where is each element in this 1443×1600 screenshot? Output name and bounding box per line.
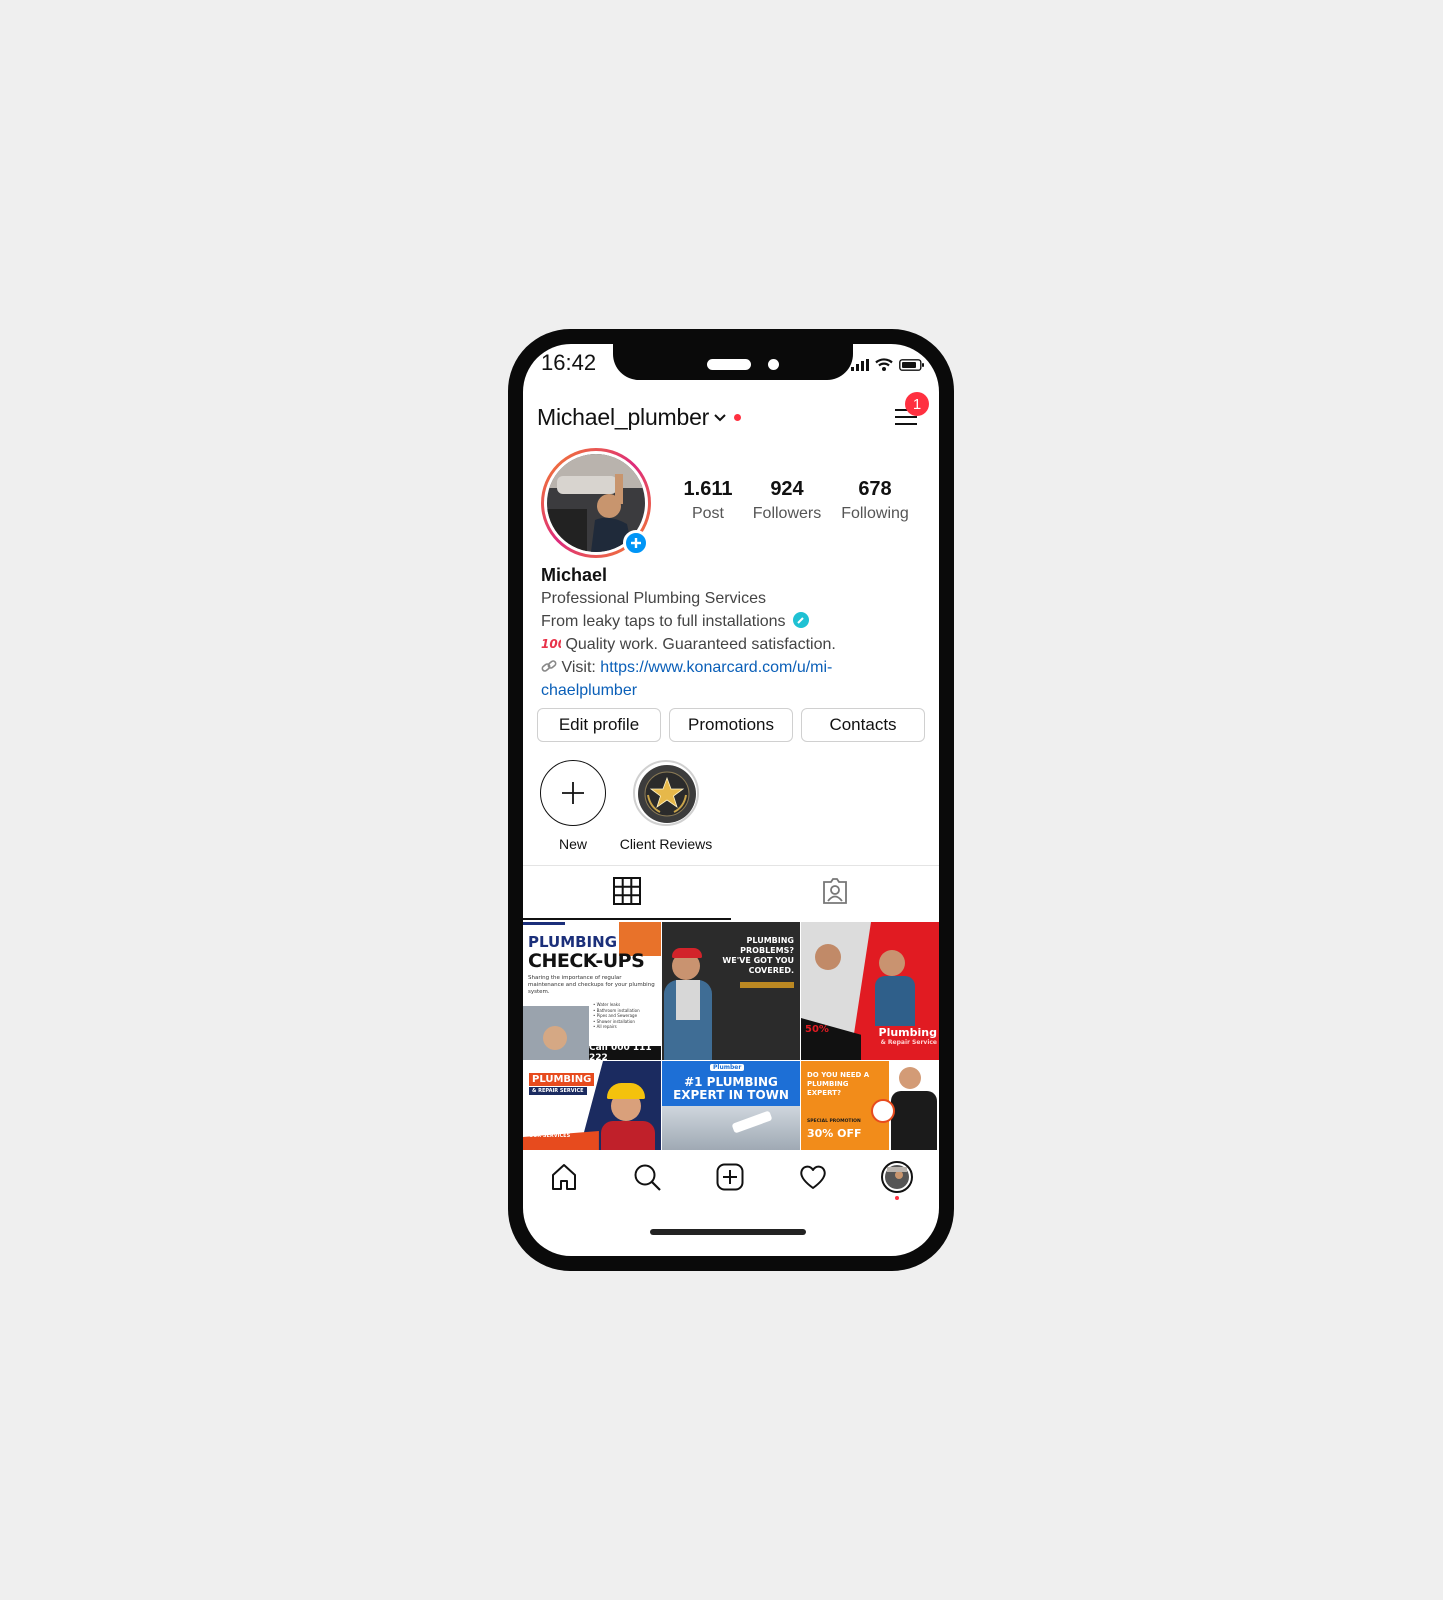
stat-following-label: Following bbox=[841, 505, 909, 522]
post-thumbnail[interactable]: PLUMBING CHECK-UPS Sharing the importanc… bbox=[523, 922, 661, 1060]
unread-dot bbox=[734, 414, 742, 421]
chevron-down-icon bbox=[714, 413, 726, 421]
highlight-new[interactable]: New bbox=[539, 760, 607, 852]
bottom-navigation bbox=[523, 1150, 939, 1204]
search-icon[interactable] bbox=[632, 1162, 662, 1192]
post-badge: 50% bbox=[805, 1024, 829, 1035]
wifi-icon bbox=[875, 358, 893, 371]
battery-icon bbox=[899, 358, 924, 371]
heart-icon[interactable] bbox=[798, 1162, 828, 1192]
unread-dot bbox=[895, 1196, 899, 1200]
bio-link-row: Visit: https://www.konarcard.com/u/mi- bbox=[541, 656, 931, 679]
link-icon bbox=[541, 660, 557, 672]
post-subtitle: & REPAIR SERVICE bbox=[529, 1087, 587, 1095]
notch bbox=[613, 344, 853, 380]
profile-bio: Michael Professional Plumbing Services F… bbox=[541, 564, 931, 702]
post-footer: OUR SERVICES bbox=[529, 1133, 571, 1139]
post-text: Sharing the importance of regular mainte… bbox=[528, 975, 655, 995]
screen: 16:42 Michael_plumber 1 1.611 Post 924 F… bbox=[523, 344, 939, 1256]
post-title: PLUMBING bbox=[528, 933, 618, 951]
add-post-icon[interactable] bbox=[715, 1162, 745, 1192]
stat-posts-value: 1.611 bbox=[683, 478, 733, 500]
highlight-ring bbox=[633, 760, 699, 826]
post-brand: Plumber bbox=[710, 1064, 745, 1071]
bio-line: 100 Quality work. Guaranteed satisfactio… bbox=[541, 633, 931, 656]
stat-followers[interactable]: 924 Followers bbox=[745, 478, 829, 523]
post-title: PLUMBING PROBLEMS? WE'VE GOT YOU COVERED… bbox=[722, 936, 794, 975]
home-indicator[interactable] bbox=[650, 1229, 806, 1235]
stat-posts[interactable]: 1.611 Post bbox=[673, 478, 743, 523]
post-title: DO YOU NEED A PLUMBING EXPERT? bbox=[807, 1071, 870, 1097]
notification-badge: 1 bbox=[905, 392, 929, 416]
bio-line: Professional Plumbing Services bbox=[541, 590, 766, 607]
post-title: CHECK-UPS bbox=[528, 950, 645, 972]
stat-followers-value: 924 bbox=[770, 478, 804, 500]
profile-link[interactable]: https://www.konarcard.com/u/mi- bbox=[600, 659, 832, 676]
account-switcher[interactable]: Michael_plumber bbox=[537, 404, 742, 431]
star-laurel-icon bbox=[638, 765, 696, 823]
add-story-button[interactable] bbox=[623, 530, 649, 556]
stat-following[interactable]: 678 Following bbox=[831, 478, 919, 523]
post-thumbnail[interactable]: PLUMBING PROBLEMS? WE'VE GOT YOU COVERED… bbox=[662, 922, 800, 1060]
profile-name: Michael bbox=[541, 565, 608, 585]
bio-line: From leaky taps to full installations bbox=[541, 610, 931, 633]
active-tab-indicator bbox=[523, 918, 731, 920]
tab-divider bbox=[523, 865, 939, 866]
post-offer: 30% OFF bbox=[807, 1127, 862, 1140]
post-thumbnail[interactable]: Plumber #1 PLUMBING EXPERT IN TOWN bbox=[662, 1061, 800, 1151]
edit-profile-button[interactable]: Edit profile bbox=[537, 708, 661, 742]
post-title: PLUMBING bbox=[529, 1073, 595, 1086]
plus-icon bbox=[540, 760, 606, 826]
contacts-button[interactable]: Contacts bbox=[801, 708, 925, 742]
svg-text:100: 100 bbox=[541, 637, 561, 650]
stat-posts-label: Post bbox=[691, 505, 724, 522]
hundred-emoji-icon: 100 bbox=[541, 637, 566, 651]
stat-followers-label: Followers bbox=[752, 505, 822, 522]
tab-tagged[interactable] bbox=[731, 876, 939, 906]
highlight-label: Client Reviews bbox=[619, 836, 713, 852]
post-thumbnail[interactable]: 50% Plumbing & Repair Service bbox=[801, 922, 939, 1060]
status-time: 16:42 bbox=[541, 350, 597, 375]
username: Michael_plumber bbox=[537, 404, 710, 430]
stat-following-value: 678 bbox=[858, 478, 892, 500]
post-subtitle: & Repair Service bbox=[880, 1039, 937, 1046]
visit-label: Visit: bbox=[561, 659, 596, 676]
verified-wrench-icon bbox=[793, 612, 809, 628]
post-promo: SPECIAL PROMOTION bbox=[807, 1119, 861, 1124]
promotions-button[interactable]: Promotions bbox=[669, 708, 793, 742]
status-icons bbox=[851, 358, 925, 371]
post-thumbnail[interactable]: PLUMBING & REPAIR SERVICE OUR SERVICES bbox=[523, 1061, 661, 1151]
post-grid-row: PLUMBING & REPAIR SERVICE OUR SERVICES P… bbox=[523, 1061, 939, 1151]
post-title: EXPERT IN TOWN bbox=[673, 1088, 789, 1102]
bio-line-text: Quality work. Guaranteed satisfaction. bbox=[565, 636, 836, 653]
home-icon[interactable] bbox=[549, 1162, 579, 1192]
bio-line-text: From leaky taps to full installations bbox=[541, 613, 786, 630]
profile-link-continued[interactable]: chaelplumber bbox=[541, 679, 931, 702]
profile-avatar[interactable] bbox=[880, 1161, 913, 1193]
highlight-label: New bbox=[558, 836, 587, 852]
post-phone: Call 000 111 222 bbox=[589, 1043, 661, 1060]
plus-icon bbox=[631, 538, 641, 548]
tab-grid[interactable] bbox=[523, 876, 731, 906]
grid-icon bbox=[613, 877, 641, 905]
tagged-person-icon bbox=[823, 878, 847, 904]
phone-frame: 16:42 Michael_plumber 1 1.611 Post 924 F… bbox=[508, 329, 954, 1271]
post-grid: PLUMBING CHECK-UPS Sharing the importanc… bbox=[523, 922, 939, 1060]
post-thumbnail[interactable]: DO YOU NEED A PLUMBING EXPERT? SPECIAL P… bbox=[801, 1061, 939, 1151]
profile-actions: Edit profile Promotions Contacts bbox=[537, 708, 925, 742]
highlight-client-reviews[interactable]: Client Reviews bbox=[611, 760, 721, 852]
signal-icon bbox=[851, 358, 869, 371]
post-title: Plumbing bbox=[878, 1026, 937, 1039]
